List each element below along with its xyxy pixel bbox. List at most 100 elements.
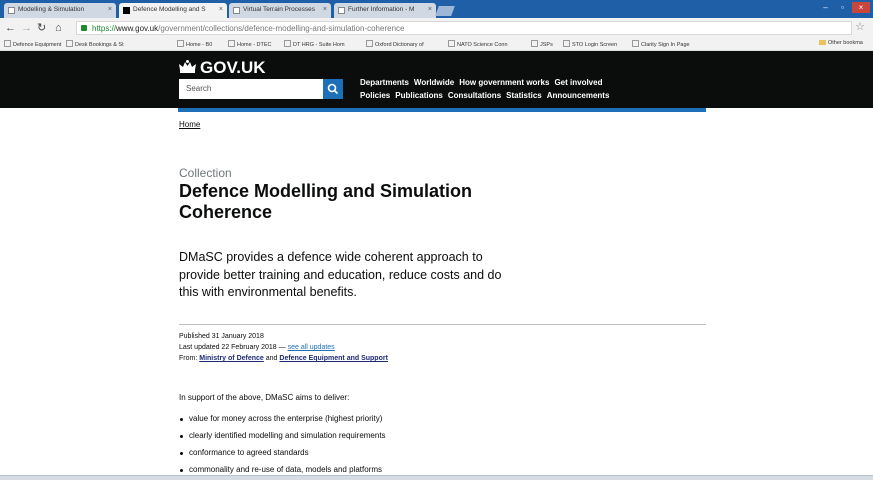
url-path: /government/collections/defence-modellin… — [158, 24, 405, 33]
tab-modelling-simulation[interactable]: Modelling & Simulation × — [4, 3, 116, 18]
close-tab-icon[interactable]: × — [108, 6, 112, 13]
other-bookmarks[interactable]: Other bookma — [819, 40, 863, 46]
back-arrow-icon[interactable]: ← — [5, 21, 16, 35]
header-nav-secondary: Policies Publications Consultations Statist… — [360, 91, 614, 100]
tab-virtual-terrain[interactable]: Virtual Terrain Processes × — [229, 3, 331, 18]
bookmark-icon — [4, 40, 11, 47]
tab-label: Defence Modelling and S — [133, 6, 206, 13]
tab-label: Modelling & Simulation — [18, 6, 85, 13]
close-tab-icon[interactable]: × — [428, 6, 432, 13]
bookmark-icon — [66, 40, 73, 47]
bookmark-label: Desk Bookings & St — [75, 42, 124, 48]
bookmark-item[interactable]: JSPs — [531, 40, 553, 48]
reload-icon[interactable]: ↻ — [37, 21, 46, 35]
page-icon — [366, 40, 373, 47]
bookmark-item[interactable]: DT HRG - Suite Hom — [284, 40, 345, 48]
see-all-updates-link[interactable]: see all updates — [288, 344, 335, 351]
tab-label: Virtual Terrain Processes — [243, 6, 316, 13]
bookmark-item[interactable]: Desk Bookings & St — [66, 40, 124, 48]
taskbar-edge — [0, 475, 873, 480]
published-date: Published 31 January 2018 — [179, 333, 264, 340]
bookmark-label: JSPs — [540, 42, 553, 48]
other-bookmarks-label: Other bookma — [828, 40, 863, 46]
close-window-icon[interactable]: × — [852, 2, 870, 13]
search-input[interactable]: Search — [179, 79, 323, 99]
nav-announcements[interactable]: Announcements — [547, 91, 610, 100]
from-line: From: Ministry of Defence and Defence Eq… — [179, 355, 388, 362]
tab-label: Further Information - M — [348, 6, 415, 13]
list-item: clearly identified modelling and simulat… — [179, 431, 386, 448]
breadcrumb-home[interactable]: Home — [179, 120, 200, 129]
bookmark-icon — [284, 40, 291, 47]
bookmark-item[interactable]: Oxford Dictionary of — [366, 40, 424, 48]
maximize-icon[interactable]: ▫ — [835, 2, 850, 13]
forward-arrow-icon[interactable]: → — [21, 21, 32, 35]
list-item: conformance to agreed standards — [179, 448, 386, 465]
updated-date: Last updated 22 February 2018 — — [179, 344, 286, 351]
header-blue-band — [178, 108, 706, 112]
tab-further-information[interactable]: Further Information - M × — [334, 3, 436, 18]
bookmarks-bar: Defence Equipment Desk Bookings & St Hom… — [0, 38, 873, 51]
bookmark-item[interactable]: Defence Equipment — [4, 40, 61, 48]
bookmark-icon — [563, 40, 570, 47]
page-icon — [8, 7, 15, 14]
close-tab-icon[interactable]: × — [323, 6, 327, 13]
bookmark-label: Home - B0 — [186, 42, 213, 48]
updated-line: Last updated 22 February 2018 — see all … — [179, 344, 335, 351]
bookmark-label: STO Login Screen — [572, 42, 618, 48]
bookmark-item[interactable]: STO Login Screen — [563, 40, 617, 48]
header-nav-primary: Departments Worldwide How government works… — [360, 78, 607, 87]
bookmark-item[interactable]: NATO Science Conn — [448, 40, 508, 48]
govuk-logo[interactable]: GOV.UK — [178, 58, 266, 78]
nav-policies[interactable]: Policies — [360, 91, 390, 100]
page-lede: DMaSC provides a defence wide coherent a… — [179, 250, 502, 299]
page-icon — [338, 7, 345, 14]
url-scheme: https:// — [92, 24, 117, 33]
page-icon — [531, 40, 538, 47]
tab-bar: Modelling & Simulation × Defence Modelli… — [0, 0, 873, 18]
bookmark-label: DT HRG - Suite Hom — [293, 42, 345, 48]
bookmark-label: Clarity Sign In Page — [641, 42, 690, 48]
page-title: Defence Modelling and Simulation Coheren… — [179, 181, 473, 222]
bookmark-star-icon[interactable]: ☆ — [855, 20, 865, 33]
bookmark-label: Home - DTEC — [237, 42, 272, 48]
org-link-des[interactable]: Defence Equipment and Support — [279, 355, 388, 362]
minimize-icon[interactable]: – — [818, 2, 833, 13]
list-item: value for money across the enterprise (h… — [179, 414, 386, 431]
browser-toolbar: ← → ↻ ⌂ https://www.gov.uk/government/co… — [0, 18, 873, 38]
home-icon[interactable]: ⌂ — [55, 21, 62, 35]
logo-text: GOV.UK — [200, 58, 266, 77]
divider — [179, 324, 706, 325]
search-button[interactable] — [323, 79, 343, 99]
aims-list: value for money across the enterprise (h… — [179, 414, 386, 482]
and-text: and — [265, 355, 278, 362]
nav-worldwide[interactable]: Worldwide — [414, 78, 454, 87]
folder-icon — [819, 40, 826, 45]
nav-statistics[interactable]: Statistics — [506, 91, 542, 100]
page-icon — [177, 40, 184, 47]
bookmark-icon — [448, 40, 455, 47]
lock-icon — [81, 25, 87, 31]
search-icon — [327, 83, 339, 95]
nav-departments[interactable]: Departments — [360, 78, 409, 87]
page-icon — [233, 7, 240, 14]
from-label: From: — [179, 355, 198, 362]
url-host: www.gov.uk — [116, 24, 159, 33]
bookmark-item[interactable]: Home - DTEC — [228, 40, 272, 48]
nav-publications[interactable]: Publications — [395, 91, 443, 100]
new-tab-button[interactable] — [435, 6, 455, 16]
org-link-mod[interactable]: Ministry of Defence — [199, 355, 264, 362]
close-tab-icon[interactable]: × — [219, 6, 223, 13]
bookmark-item[interactable]: Home - B0 — [177, 40, 212, 48]
nav-consultations[interactable]: Consultations — [448, 91, 501, 100]
nav-how-government-works[interactable]: How government works — [459, 78, 549, 87]
nav-get-involved[interactable]: Get involved — [554, 78, 602, 87]
crown-icon — [178, 59, 197, 73]
bookmark-label: Oxford Dictionary of — [375, 42, 424, 48]
page-icon — [228, 40, 235, 47]
govuk-favicon-icon — [123, 7, 130, 14]
bookmark-label: NATO Science Conn — [457, 42, 508, 48]
tab-defence-modelling[interactable]: Defence Modelling and S × — [119, 3, 227, 18]
address-bar[interactable]: https://www.gov.uk/government/collection… — [76, 21, 852, 35]
bookmark-item[interactable]: Clarity Sign In Page — [632, 40, 690, 48]
